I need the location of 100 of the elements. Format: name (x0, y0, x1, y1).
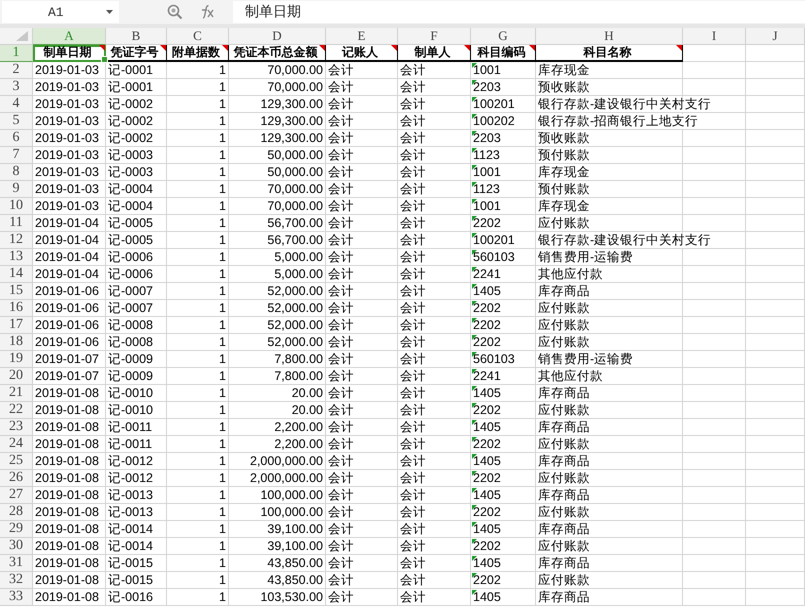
row-header[interactable]: 5 (0, 113, 33, 130)
empty-cell (746, 198, 805, 215)
empty-cell (746, 181, 805, 198)
table-cell: 1001 (473, 164, 501, 180)
table-cell: 2019-01-03 (35, 114, 99, 128)
table-cell: 43,850.00 (267, 556, 323, 570)
table-cell: 会计 (328, 148, 354, 162)
row-header[interactable]: 3 (0, 79, 33, 96)
table-cell: 记-0011 (108, 420, 152, 434)
row-header[interactable]: 8 (0, 164, 33, 181)
row-header[interactable]: 27 (0, 487, 33, 504)
row-header[interactable]: 10 (0, 198, 33, 215)
empty-cell (746, 436, 805, 453)
table-cell: 43,850.00 (267, 572, 323, 588)
empty-cell (746, 572, 805, 589)
table-cell: 预收账款 (538, 80, 590, 94)
row-header[interactable]: 28 (0, 504, 33, 521)
table-cell: 记-0005 (108, 216, 153, 230)
table-cell: 2019-01-04 (35, 266, 99, 282)
row-header[interactable]: 20 (0, 368, 33, 385)
table-cell: 2019-01-07 (35, 368, 99, 384)
table-cell: 记-0004 (108, 198, 153, 214)
name-box[interactable]: A1 (2, 1, 119, 23)
row-header[interactable]: 26 (0, 470, 33, 487)
row-header[interactable]: 16 (0, 300, 33, 317)
empty-cell (746, 419, 805, 436)
table-cell: 会计 (328, 386, 354, 400)
empty-cell (746, 317, 805, 334)
table-cell: 2019-01-08 (35, 556, 99, 570)
table-cell: 会计 (400, 572, 426, 588)
column-header[interactable]: H (536, 28, 683, 45)
table-cell: 2019-01-06 (35, 334, 99, 350)
row-header[interactable]: 24 (0, 436, 33, 453)
formula-field[interactable]: 制单日期 (233, 1, 805, 23)
column-header[interactable]: B (106, 28, 167, 45)
table-cell: 会计 (328, 250, 354, 264)
table-cell: 100201 (473, 232, 515, 248)
table-cell: 1405 (473, 488, 501, 502)
column-header[interactable]: J (746, 28, 805, 45)
column-header[interactable]: I (683, 28, 746, 45)
row-header[interactable]: 6 (0, 130, 33, 147)
table-cell: 1405 (473, 522, 501, 536)
row-header[interactable]: 32 (0, 572, 33, 589)
table-cell: 2202 (473, 216, 501, 230)
table-cell: 100201 (473, 96, 515, 112)
row-header[interactable]: 33 (0, 589, 33, 606)
table-cell: 记-0014 (108, 522, 153, 536)
row-header[interactable]: 7 (0, 147, 33, 164)
row-header[interactable]: 23 (0, 419, 33, 436)
table-cell: 70,000.00 (267, 80, 323, 94)
table-cell: 记-0006 (108, 266, 153, 282)
table-cell: 记-0008 (108, 334, 153, 350)
table-cell: 记-0013 (108, 488, 153, 502)
table-cell: 会计 (400, 318, 426, 332)
zoom-icon[interactable] (167, 4, 183, 20)
row-header[interactable]: 29 (0, 521, 33, 538)
row-header[interactable]: 9 (0, 181, 33, 198)
table-cell: 52,000.00 (267, 318, 323, 332)
table-cell: 会计 (328, 454, 354, 468)
row-header[interactable]: 11 (0, 215, 33, 232)
empty-cell (746, 113, 805, 130)
empty-cell (746, 130, 805, 147)
table-cell: 1001 (473, 62, 501, 78)
row-header[interactable]: 30 (0, 538, 33, 555)
column-header[interactable]: E (326, 28, 398, 45)
empty-cell (746, 351, 805, 368)
column-heading: 制单人 (414, 45, 450, 60)
table-cell: 2,000,000.00 (250, 470, 323, 486)
row-header[interactable]: 31 (0, 555, 33, 572)
row-header[interactable]: 19 (0, 351, 33, 368)
table-cell: 2019-01-08 (35, 386, 99, 400)
column-header[interactable]: C (167, 28, 229, 45)
table-cell: 2019-01-08 (35, 420, 99, 434)
row-header[interactable]: 21 (0, 385, 33, 402)
column-header[interactable]: G (471, 28, 536, 45)
row-header[interactable]: 13 (0, 249, 33, 266)
row-header[interactable]: 17 (0, 317, 33, 334)
column-header[interactable]: F (398, 28, 471, 45)
row-header[interactable]: 15 (0, 283, 33, 300)
table-cell: 记-0007 (108, 284, 153, 298)
row-header[interactable]: 4 (0, 96, 33, 113)
table-cell: 2019-01-06 (35, 300, 99, 316)
table-cell: 1001 (473, 198, 501, 214)
row-header[interactable]: 25 (0, 453, 33, 470)
table-cell: 70,000.00 (267, 182, 323, 196)
table-cell: 会计 (400, 556, 426, 570)
column-header[interactable]: D (229, 28, 326, 45)
column-heading: 科目名称 (584, 45, 632, 60)
row-header[interactable]: 12 (0, 232, 33, 249)
row-header[interactable]: 18 (0, 334, 33, 351)
table-cell: 1405 (473, 386, 501, 400)
row-header[interactable]: 14 (0, 266, 33, 283)
empty-cell (746, 368, 805, 385)
row-header[interactable]: 22 (0, 402, 33, 419)
fill-handle[interactable] (101, 56, 108, 63)
empty-cell (746, 487, 805, 504)
row-header[interactable]: 2 (0, 62, 33, 79)
table-cell: 应付账款 (538, 402, 590, 418)
table-cell: 20.00 (292, 402, 323, 418)
table-cell: 1405 (473, 420, 501, 434)
